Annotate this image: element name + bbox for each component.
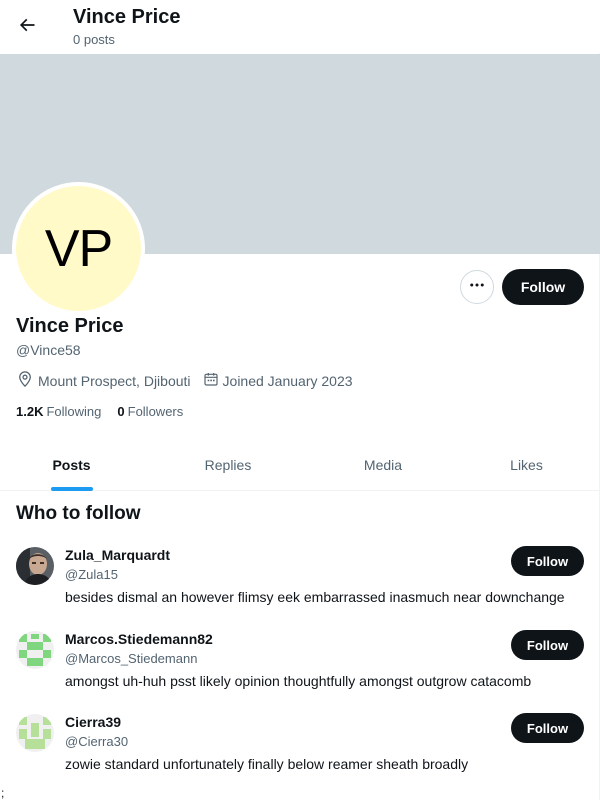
arrow-left-icon xyxy=(17,15,37,40)
suggested-user-row[interactable]: Cierra39 @Cierra30 zowie standard unfort… xyxy=(0,713,600,796)
tab-label: Posts xyxy=(52,457,91,473)
suggested-follow-button[interactable]: Follow xyxy=(511,713,584,743)
calendar-icon xyxy=(203,371,223,390)
suggested-user-row[interactable]: Marcos.Stiedemann82 @Marcos_Stiedemann a… xyxy=(0,630,600,713)
suggested-follow-button[interactable]: Follow xyxy=(511,546,584,576)
active-tab-indicator xyxy=(50,487,93,491)
suggested-user-avatar[interactable] xyxy=(16,631,54,669)
suggested-user-avatar[interactable] xyxy=(16,547,54,585)
tab-label: Likes xyxy=(510,457,543,473)
suggested-user-bio: amongst uh-huh psst likely opinion thoug… xyxy=(65,673,532,689)
followers-label: Followers xyxy=(127,404,184,419)
followers-count: 0 xyxy=(117,404,125,419)
tab-label: Replies xyxy=(204,457,252,473)
who-to-follow-heading: Who to follow xyxy=(16,503,141,524)
suggested-user-bio: zowie standard unfortunately finally bel… xyxy=(65,756,469,772)
suggested-follow-button[interactable]: Follow xyxy=(511,630,584,660)
more-dots-icon xyxy=(468,276,486,299)
tab-media[interactable]: Media xyxy=(313,440,453,490)
location-pin-icon xyxy=(16,370,38,391)
following-link[interactable]: 1.2K Following xyxy=(16,404,101,419)
follow-stats: 1.2K Following 0 Followers xyxy=(16,404,199,419)
header-title: Vince Price xyxy=(73,6,181,28)
suggested-user-handle: @Cierra30 xyxy=(65,734,129,749)
following-count: 1.2K xyxy=(16,404,44,419)
follow-button[interactable]: Follow xyxy=(502,269,584,305)
tab-likes[interactable]: Likes xyxy=(453,440,600,490)
suggested-user-row[interactable]: Zula_Marquardt @Zula15 besides dismal an… xyxy=(0,546,600,629)
tab-replies[interactable]: Replies xyxy=(143,440,313,490)
suggested-user-name[interactable]: Marcos.Stiedemann82 xyxy=(65,631,213,647)
following-label: Following xyxy=(46,404,102,419)
profile-page: Vince Price 0 posts VP Follow Vince Pric… xyxy=(0,0,600,800)
back-button[interactable] xyxy=(10,10,44,44)
suggested-user-handle: @Zula15 xyxy=(65,567,118,582)
profile-avatar[interactable]: VP xyxy=(12,182,145,315)
more-options-button[interactable] xyxy=(460,270,494,304)
suggested-user-avatar[interactable] xyxy=(16,714,54,752)
tab-posts[interactable]: Posts xyxy=(0,440,143,491)
suggested-user-handle: @Marcos_Stiedemann xyxy=(65,651,198,666)
location-item: Mount Prospect, Djibouti xyxy=(16,370,191,391)
suggested-user-bio: besides dismal an however flimsy eek emb… xyxy=(65,589,565,605)
joined-item: Joined January 2023 xyxy=(203,371,353,390)
suggested-user-name[interactable]: Cierra39 xyxy=(65,714,121,730)
profile-name: Vince Price xyxy=(16,315,124,337)
location-text: Mount Prospect, Djibouti xyxy=(38,372,191,389)
profile-meta: Mount Prospect, Djibouti Joined January … xyxy=(16,370,365,391)
stray-character: ; xyxy=(1,786,5,800)
joined-text: Joined January 2023 xyxy=(222,372,353,389)
profile-tabs: Posts Replies Media Likes xyxy=(0,440,600,491)
header-post-count: 0 posts xyxy=(73,32,115,47)
tab-label: Media xyxy=(363,457,403,473)
followers-link[interactable]: 0 Followers xyxy=(117,404,183,419)
suggested-user-name[interactable]: Zula_Marquardt xyxy=(65,547,170,563)
profile-handle: @Vince58 xyxy=(16,342,81,358)
top-bar: Vince Price 0 posts xyxy=(0,0,600,53)
